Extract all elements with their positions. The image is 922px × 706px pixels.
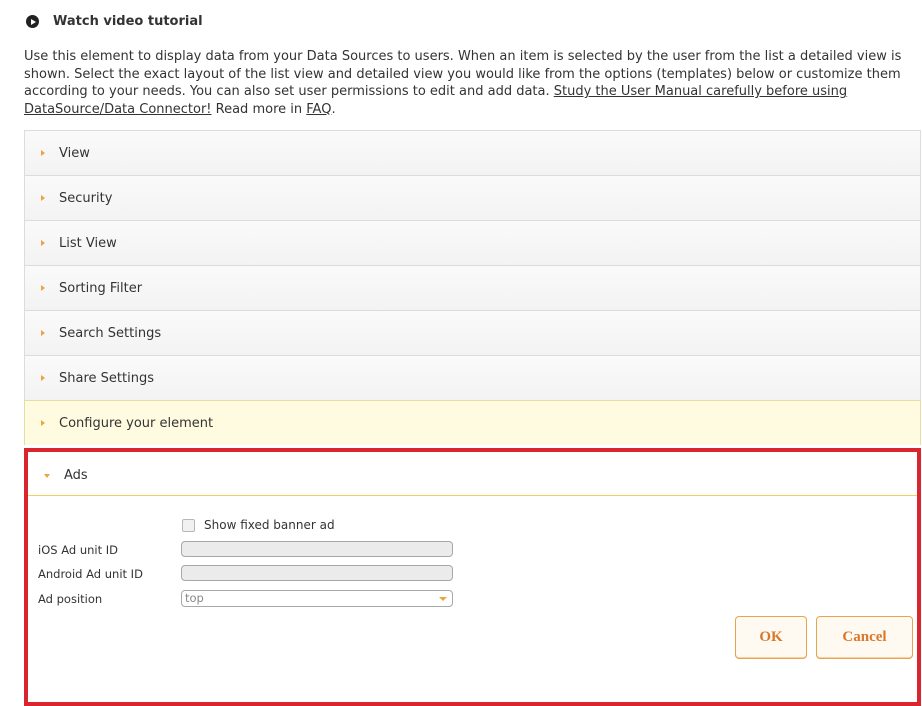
section-list-view[interactable]: List View [24,220,921,265]
settings-accordion: View Security List View Sorting Filter S… [24,130,921,445]
ios-row: iOS Ad unit ID [28,541,917,559]
section-sorting-filter[interactable]: Sorting Filter [24,265,921,310]
android-row: Android Ad unit ID [28,565,917,583]
section-label: Sorting Filter [59,280,143,296]
section-label: Share Settings [59,370,154,386]
chevron-right-icon [41,285,45,291]
section-label: List View [59,235,117,251]
ads-divider [28,495,917,496]
description-end: . [331,101,336,117]
android-ad-unit-input[interactable] [181,565,453,581]
ad-position-value: top [185,591,204,605]
ios-label: iOS Ad unit ID [38,543,119,557]
section-view[interactable]: View [24,130,921,175]
ios-ad-unit-input[interactable] [181,541,453,557]
description: Use this element to display data from yo… [24,48,920,118]
section-label: View [59,145,90,161]
watch-video-label[interactable]: Watch video tutorial [53,14,203,29]
section-label: Search Settings [59,325,162,341]
watch-video-tutorial[interactable]: Watch video tutorial [26,14,203,29]
chevron-right-icon [41,330,45,336]
chevron-down-icon [439,597,447,601]
section-ads[interactable]: Ads [28,452,917,499]
faq-link[interactable]: FAQ [306,102,331,117]
chevron-right-icon [41,240,45,246]
chevron-down-icon [44,473,50,478]
section-security[interactable]: Security [24,175,921,220]
ad-position-select[interactable]: top [181,590,453,607]
chevron-right-icon [41,375,45,381]
chevron-right-icon [41,420,45,426]
section-share-settings[interactable]: Share Settings [24,355,921,400]
show-banner-label: Show fixed banner ad [204,518,335,532]
chevron-right-icon [41,195,45,201]
section-label: Security [59,190,113,206]
show-banner-checkbox[interactable] [182,518,195,532]
position-label: Ad position [38,592,103,606]
read-more-text: Read more in [211,101,307,117]
section-configure-element[interactable]: Configure your element [24,400,921,445]
section-label: Ads [64,468,88,483]
show-banner-row: Show fixed banner ad [182,518,335,532]
ok-button[interactable]: OK [735,616,807,659]
ads-section-highlight: Ads Show fixed banner ad iOS Ad unit ID … [24,448,921,706]
chevron-right-icon [41,150,45,156]
cancel-button[interactable]: Cancel [816,616,913,659]
position-row: Ad position top [28,590,917,608]
section-label: Configure your element [59,415,214,431]
android-label: Android Ad unit ID [38,567,143,581]
section-search-settings[interactable]: Search Settings [24,310,921,355]
play-icon[interactable] [26,15,39,28]
